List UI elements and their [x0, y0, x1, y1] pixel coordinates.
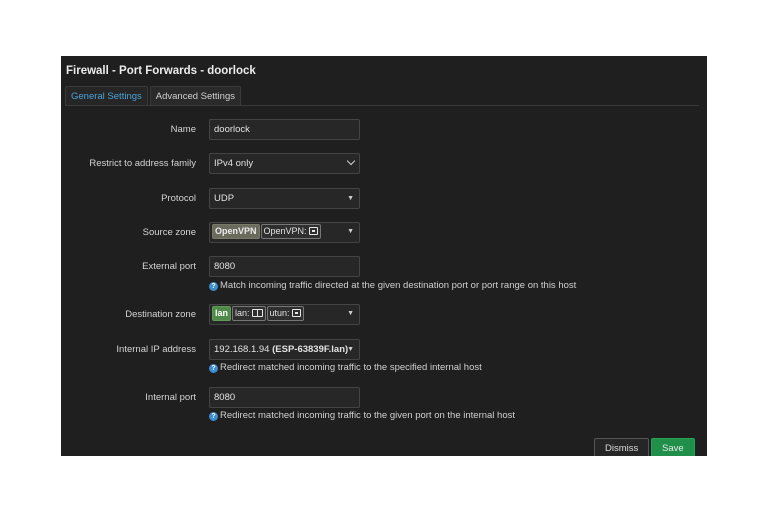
internal-ip-label: Internal IP address: [116, 344, 196, 355]
external-port-text[interactable]: [214, 257, 355, 276]
internal-port-help-text: Redirect matched incoming traffic to the…: [220, 410, 516, 421]
internal-port-text[interactable]: [214, 388, 355, 407]
external-port-help: ? Match incoming traffic directed at the …: [209, 280, 576, 292]
device-badge-openvpn: OpenVPN:: [260, 223, 321, 239]
caret-down-icon: ▼: [347, 195, 354, 202]
dialog-title: Firewall - Port Forwards - doorlock: [66, 65, 256, 77]
device-label-openvpn: OpenVPN:: [263, 225, 307, 236]
source-zone-label: Source zone: [142, 227, 196, 238]
device-label-lan: lan:: [235, 307, 250, 318]
zone-badge-lan: lan: [212, 305, 232, 321]
family-label: Restrict to address family: [89, 158, 196, 169]
internal-port-label: Internal port: [145, 392, 196, 403]
tunnel-device-icon: [291, 308, 301, 317]
caret-down-icon: ▼: [347, 228, 354, 235]
device-label-utun: utun:: [269, 307, 290, 318]
tab-general-settings[interactable]: General Settings: [65, 86, 148, 106]
tab-advanced-settings[interactable]: Advanced Settings: [149, 86, 241, 106]
name-label: Name: [170, 124, 196, 135]
network-device-icon: [251, 308, 263, 317]
external-port-help-text: Match incoming traffic directed at the g…: [220, 280, 577, 291]
protocol-label: Protocol: [161, 193, 196, 204]
dest-zone-label: Destination zone: [125, 309, 196, 320]
tunnel-device-icon: [308, 226, 318, 235]
external-port-label: External port: [142, 261, 196, 272]
source-zone-select[interactable]: OpenVPN OpenVPN: ▼: [209, 222, 360, 243]
internal-ip-help: ? Redirect matched incoming traffic to th…: [209, 362, 482, 374]
dismiss-button[interactable]: Dismiss: [594, 438, 650, 456]
help-icon: ?: [209, 282, 218, 291]
internal-port-input[interactable]: [209, 387, 360, 408]
name-input[interactable]: [209, 119, 360, 140]
dest-zone-select[interactable]: lan lan: utun: ▼: [209, 304, 360, 325]
internal-ip-value: 192.168.1.94: [214, 344, 270, 355]
internal-ip-help-text: Redirect matched incoming traffic to the…: [220, 362, 482, 373]
zone-badge-openvpn: OpenVPN: [212, 223, 260, 239]
internal-port-help: ? Redirect matched incoming traffic to th…: [209, 410, 515, 422]
internal-ip-select[interactable]: 192.168.1.94 (ESP-63839F.lan) ▼: [209, 339, 360, 360]
family-value: IPv4 only: [214, 158, 254, 169]
family-select[interactable]: IPv4 only: [209, 153, 360, 174]
caret-down-icon: ▼: [347, 346, 354, 353]
help-icon: ?: [209, 412, 218, 421]
device-badge-lan: lan:: [232, 305, 266, 321]
internal-ip-hostname: (ESP-63839F.lan): [272, 344, 349, 355]
protocol-value: UDP: [214, 193, 235, 204]
protocol-select[interactable]: UDP ▼: [209, 188, 360, 209]
save-button[interactable]: Save: [651, 438, 695, 456]
device-badge-utun: utun:: [266, 305, 304, 321]
name-text[interactable]: [214, 120, 355, 139]
external-port-input[interactable]: [209, 256, 360, 277]
port-forward-dialog: Firewall - Port Forwards - doorlock Gene…: [61, 56, 707, 456]
tab-divider: [65, 105, 699, 106]
chevron-down-icon: [346, 156, 356, 166]
caret-down-icon: ▼: [347, 310, 354, 317]
help-icon: ?: [209, 364, 218, 373]
